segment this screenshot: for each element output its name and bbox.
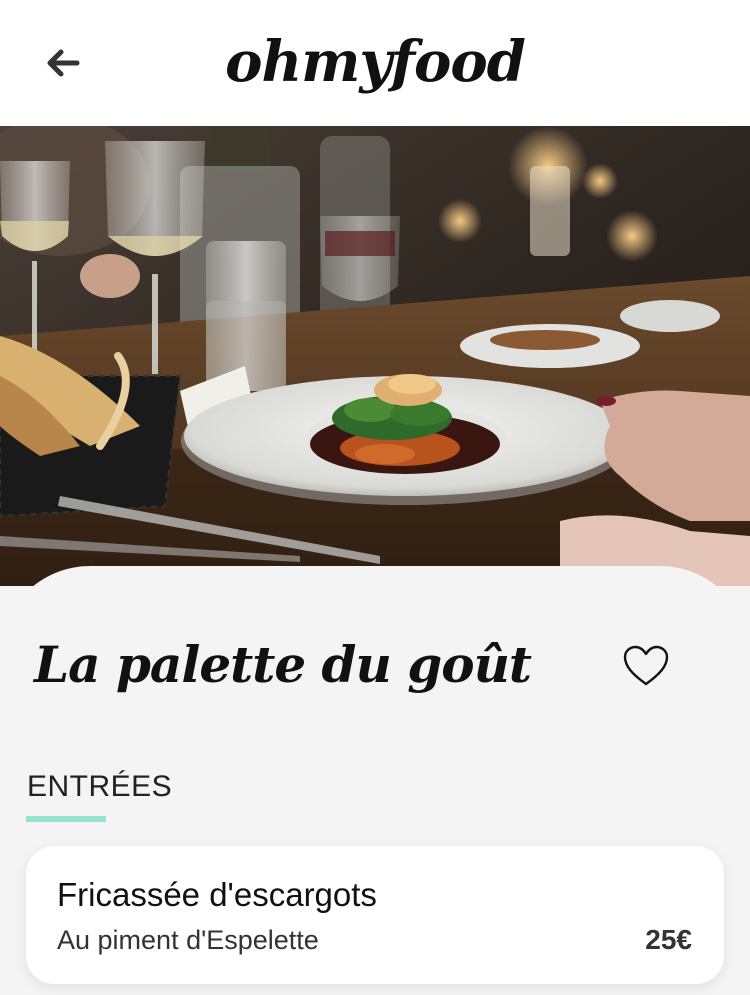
dish-price: 25€ <box>645 924 692 955</box>
restaurant-name: La palette du goût <box>34 635 532 694</box>
dish-description: Au piment d'Espelette <box>57 925 319 955</box>
restaurant-hero-image <box>0 126 750 586</box>
app-header: ohmyfood <box>0 0 750 126</box>
app-logo[interactable]: ohmyfood <box>0 34 750 90</box>
favorite-button[interactable] <box>622 644 670 688</box>
restaurant-menu-screen: ohmyfood La palette du goût ENTRÉES Fric… <box>0 0 750 995</box>
dish-card[interactable]: Fricassée d'escargots Au piment d'Espele… <box>26 846 724 984</box>
heart-outline-icon <box>623 645 669 686</box>
section-underline <box>26 816 106 822</box>
hero-photo <box>0 126 750 586</box>
menu-section-label: ENTRÉES <box>27 770 173 803</box>
dish-name: Fricassée d'escargots <box>57 876 377 913</box>
restaurant-content-panel: La palette du goût ENTRÉES Fricassée d'e… <box>0 566 750 995</box>
